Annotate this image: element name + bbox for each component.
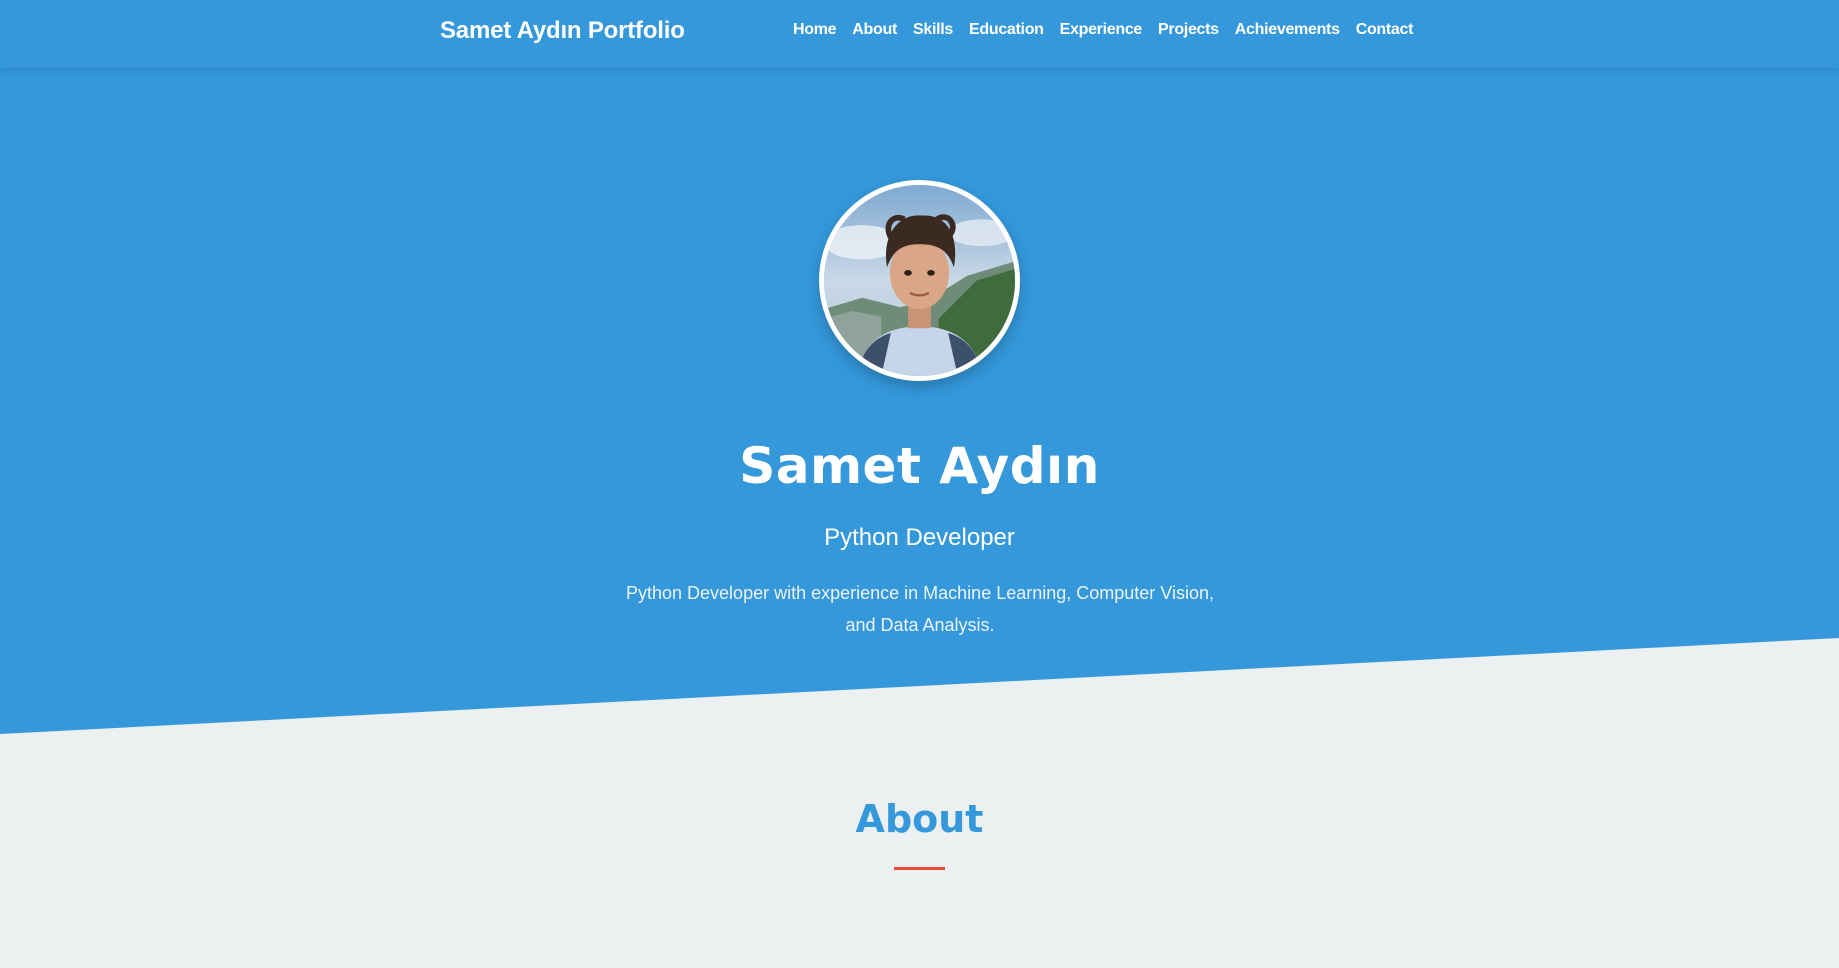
brand-logo-link[interactable]: Samet Aydın Portfolio xyxy=(440,16,685,46)
profile-avatar xyxy=(819,180,1020,381)
nav-link-about[interactable]: About xyxy=(852,19,897,41)
profile-photo-icon xyxy=(824,185,1015,376)
hero-description: Python Developer with experience in Mach… xyxy=(626,583,1214,635)
nav-link-experience[interactable]: Experience xyxy=(1060,19,1143,41)
about-section-title: About xyxy=(855,797,984,841)
nav-link-contact[interactable]: Contact xyxy=(1356,19,1414,41)
hero-name: Samet Aydın xyxy=(739,437,1100,495)
nav-link-home[interactable]: Home xyxy=(793,19,837,41)
top-navbar: Samet Aydın Portfolio Home About Skills … xyxy=(0,0,1839,68)
nav-link-skills[interactable]: Skills xyxy=(913,19,953,41)
about-title-underline xyxy=(894,867,945,870)
nav-link-projects[interactable]: Projects xyxy=(1158,19,1219,41)
portfolio-page: Samet Aydın Portfolio Home About Skills … xyxy=(0,0,1839,968)
nav-link-achievements[interactable]: Achievements xyxy=(1235,19,1340,41)
nav-menu: Home About Skills Education Experience P… xyxy=(793,19,1429,41)
hero-title: Python Developer xyxy=(824,524,1015,551)
nav-link-education[interactable]: Education xyxy=(969,19,1044,41)
hero-section: Samet Aydın Python Developer Python Deve… xyxy=(0,68,1839,728)
